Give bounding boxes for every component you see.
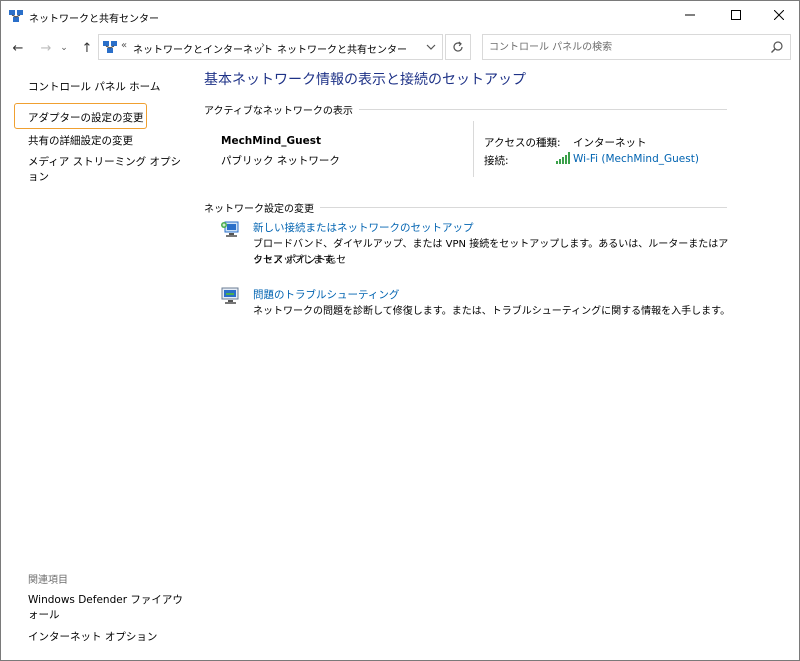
search-input[interactable]: [489, 38, 759, 56]
forward-button[interactable]: →: [37, 39, 55, 57]
network-name: MechMind_Guest: [221, 135, 322, 147]
setup-new-connection-link[interactable]: 新しい接続またはネットワークのセットアップ: [253, 220, 474, 235]
search-box[interactable]: [482, 34, 791, 60]
access-type-value: インターネット: [573, 137, 647, 149]
connection-label: 接続:: [484, 155, 509, 167]
related-item-firewall[interactable]: Windows Defender ファイアウォール: [28, 593, 188, 623]
troubleshoot-link[interactable]: 問題のトラブルシューティング: [253, 287, 399, 302]
navigation-bar: ← → ⌄ ↑ « ネットワークとインターネット › ネットワークと共有センター: [1, 31, 799, 63]
maximize-icon: [731, 10, 741, 20]
network-center-icon: [103, 41, 117, 53]
maximize-button[interactable]: [714, 1, 758, 29]
page-title: 基本ネットワーク情報の表示と接続のセットアップ: [204, 72, 526, 88]
title-bar: ネットワークと共有センター: [1, 1, 799, 31]
wifi-connection-link[interactable]: Wi-Fi (MechMind_Guest): [573, 153, 699, 165]
active-networks-header: アクティブなネットワークの表示: [204, 102, 359, 117]
hidden-path-chevron[interactable]: «: [121, 40, 127, 51]
new-connection-icon: [221, 221, 239, 237]
chevron-down-icon: ⌄: [60, 43, 68, 53]
network-info-divider: [473, 121, 474, 177]
related-item-internet-options[interactable]: インターネット オプション: [28, 629, 157, 644]
breadcrumb-network-sharing-center[interactable]: ネットワークと共有センター: [277, 41, 407, 56]
sidebar-item-label: アダプターの設定の変更: [28, 112, 144, 124]
minimize-button[interactable]: [668, 1, 712, 29]
related-header: 関連項目: [28, 575, 68, 586]
access-type-label: アクセスの種類:: [484, 137, 561, 149]
wifi-signal-icon: [556, 152, 570, 164]
recent-locations-button[interactable]: ⌄: [58, 39, 70, 57]
refresh-icon: [453, 41, 463, 52]
arrow-left-icon: ←: [12, 40, 24, 56]
sidebar-item-adapter-settings[interactable]: アダプターの設定の変更: [14, 103, 147, 129]
window-title: ネットワークと共有センター: [29, 14, 159, 25]
arrow-up-icon: ↑: [81, 40, 93, 56]
network-category: パブリック ネットワーク: [221, 155, 340, 167]
window: ネットワークと共有センター ← → ⌄ ↑ « ネットワークとインターネット ›…: [0, 0, 800, 661]
left-pane: コントロール パネル ホーム アダプターの設定の変更 共有の詳細設定の変更 メデ…: [1, 63, 191, 660]
troubleshoot-icon: [221, 287, 239, 304]
arrow-right-icon: →: [40, 40, 52, 56]
network-center-icon: [9, 10, 23, 22]
chevron-down-icon: [426, 44, 436, 50]
sidebar-item-advanced-sharing[interactable]: 共有の詳細設定の変更: [28, 133, 133, 148]
breadcrumb-network-internet[interactable]: ネットワークとインターネット: [133, 41, 273, 56]
close-button[interactable]: [757, 1, 800, 29]
up-button[interactable]: ↑: [78, 39, 96, 57]
troubleshoot-description: ネットワークの問題を診断して修復します。または、トラブルシューティングに関する情…: [253, 306, 731, 317]
address-history-button[interactable]: [424, 40, 438, 54]
setup-new-connection-description-line2: ットアップします。: [253, 255, 342, 266]
breadcrumb-separator[interactable]: ›: [261, 40, 265, 51]
minimize-icon: [685, 14, 695, 16]
sidebar-item-control-panel-home[interactable]: コントロール パネル ホーム: [28, 79, 160, 94]
search-icon[interactable]: [770, 40, 784, 54]
network-settings-header: ネットワーク設定の変更: [204, 200, 320, 215]
close-icon: [774, 10, 784, 20]
sidebar-item-media-streaming[interactable]: メディア ストリーミング オプション: [28, 154, 191, 184]
refresh-button[interactable]: [445, 34, 471, 60]
back-button[interactable]: ←: [9, 39, 27, 57]
address-bar[interactable]: « ネットワークとインターネット › ネットワークと共有センター: [98, 34, 443, 60]
